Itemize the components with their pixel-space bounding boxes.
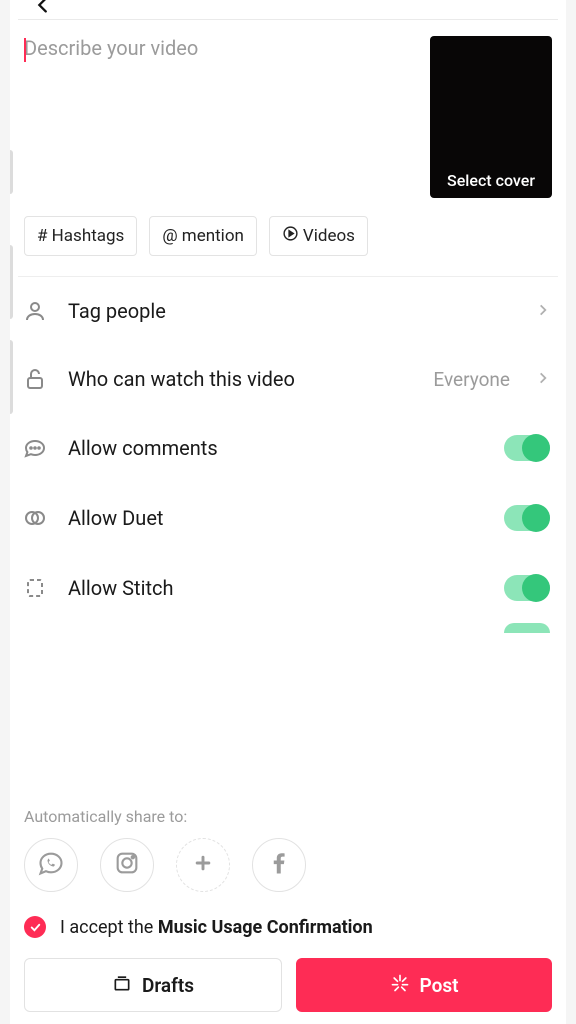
mention-label: @ mention: [162, 226, 244, 246]
add-share-button[interactable]: [176, 838, 230, 892]
header: Post: [18, 0, 558, 20]
settings-list: Tag people Who can watch this video Ever…: [18, 277, 558, 801]
videos-label: Videos: [303, 226, 355, 246]
tag-people-row[interactable]: Tag people: [18, 277, 558, 345]
chevron-right-icon: [536, 302, 550, 321]
allow-comments-toggle[interactable]: [504, 435, 550, 461]
allow-comments-row: Allow comments: [18, 413, 558, 483]
mention-chip[interactable]: @ mention: [149, 216, 257, 256]
cover-label: Select cover: [447, 171, 535, 190]
instagram-icon: [113, 849, 141, 881]
comment-icon: [22, 436, 48, 460]
page-title: Post: [265, 0, 310, 5]
drafts-button[interactable]: Drafts: [24, 958, 282, 1012]
compose-area: Select cover: [18, 20, 558, 198]
text-cursor: [24, 38, 26, 62]
share-section: Automatically share to:: [18, 801, 558, 892]
chip-row: # Hashtags @ mention Videos: [18, 198, 558, 277]
allow-duet-toggle[interactable]: [504, 505, 550, 531]
facebook-share-button[interactable]: [252, 838, 306, 892]
plus-icon: [189, 849, 217, 881]
instagram-share-button[interactable]: [100, 838, 154, 892]
duet-icon: [22, 506, 48, 530]
drafts-label: Drafts: [142, 974, 194, 997]
who-can-watch-row[interactable]: Who can watch this video Everyone: [18, 345, 558, 413]
hashtag-label: # Hashtags: [37, 226, 124, 246]
allow-stitch-toggle[interactable]: [504, 575, 550, 601]
description-input[interactable]: [24, 36, 414, 186]
post-button[interactable]: Post: [296, 958, 552, 1012]
accept-text: I accept the Music Usage Confirmation: [60, 917, 373, 938]
select-cover-button[interactable]: Select cover: [430, 36, 552, 198]
play-icon: [282, 225, 299, 247]
allow-stitch-row: Allow Stitch: [18, 553, 558, 623]
person-icon: [22, 299, 48, 323]
allow-duet-label: Allow Duet: [68, 506, 484, 530]
partial-toggle[interactable]: [504, 623, 550, 633]
facebook-icon: [265, 849, 293, 881]
share-label: Automatically share to:: [24, 807, 552, 826]
post-label: Post: [420, 974, 459, 997]
checkmark-icon: [24, 916, 46, 938]
back-button[interactable]: [32, 0, 54, 20]
whatsapp-icon: [37, 849, 65, 881]
who-watch-label: Who can watch this video: [68, 367, 413, 391]
accept-row[interactable]: I accept the Music Usage Confirmation: [18, 892, 558, 952]
videos-chip[interactable]: Videos: [269, 216, 368, 256]
allow-duet-row: Allow Duet: [18, 483, 558, 553]
drafts-icon: [112, 973, 132, 998]
accept-prefix: I accept the: [60, 917, 158, 938]
stitch-icon: [22, 576, 48, 600]
who-watch-value: Everyone: [433, 368, 510, 391]
chevron-right-icon: [536, 370, 550, 389]
tag-people-label: Tag people: [68, 299, 510, 323]
button-row: Drafts Post: [18, 952, 558, 1024]
hashtags-chip[interactable]: # Hashtags: [24, 216, 137, 256]
accept-bold: Music Usage Confirmation: [158, 917, 373, 938]
sparkle-icon: [390, 973, 410, 998]
partial-row: [18, 623, 558, 633]
whatsapp-share-button[interactable]: [24, 838, 78, 892]
allow-stitch-label: Allow Stitch: [68, 576, 484, 600]
allow-comments-label: Allow comments: [68, 436, 484, 460]
lock-open-icon: [22, 367, 48, 391]
